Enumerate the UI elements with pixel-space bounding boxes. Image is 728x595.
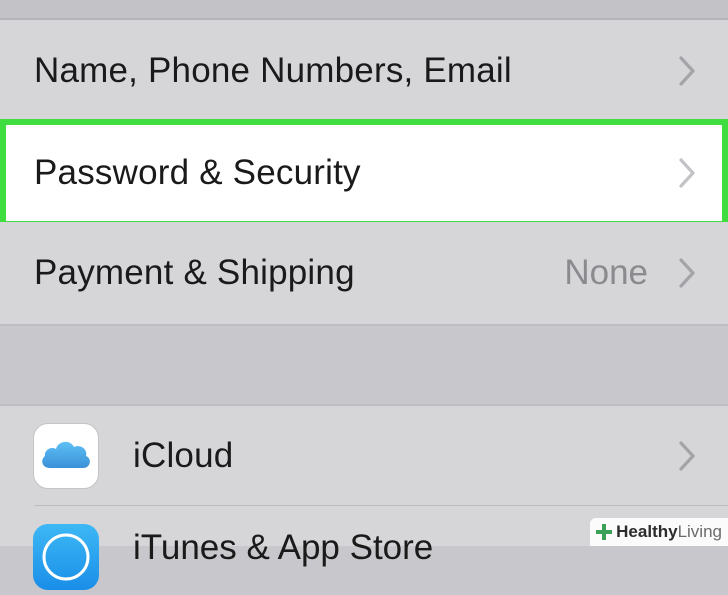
chevron-right-icon bbox=[679, 158, 695, 188]
section-separator bbox=[0, 324, 728, 406]
watermark: Healthy Living bbox=[590, 518, 728, 546]
settings-row-label: Payment & Shipping bbox=[34, 253, 355, 292]
watermark-text-bold: Healthy bbox=[616, 522, 678, 541]
settings-row-icloud[interactable]: iCloud bbox=[0, 406, 728, 506]
settings-row-label: iTunes & App Store bbox=[133, 528, 434, 567]
itunes-icon bbox=[33, 524, 99, 590]
settings-row-label: Password & Security bbox=[34, 153, 361, 192]
watermark-text-light: Living bbox=[677, 522, 722, 541]
chevron-right-icon bbox=[679, 441, 695, 471]
settings-row-detail: None bbox=[564, 253, 648, 292]
settings-row-name-phone-email[interactable]: Name, Phone Numbers, Email bbox=[0, 20, 728, 122]
healthy-living-logo-icon bbox=[596, 524, 613, 540]
settings-row-label: iCloud bbox=[133, 436, 234, 475]
top-section-edge bbox=[0, 0, 728, 20]
chevron-right-icon bbox=[679, 258, 695, 288]
settings-row-payment-shipping[interactable]: Payment & Shipping None bbox=[0, 222, 728, 324]
settings-row-label: Name, Phone Numbers, Email bbox=[34, 51, 512, 90]
icloud-icon bbox=[33, 423, 99, 489]
chevron-right-icon bbox=[679, 56, 695, 86]
settings-row-password-security[interactable]: Password & Security bbox=[0, 119, 728, 227]
